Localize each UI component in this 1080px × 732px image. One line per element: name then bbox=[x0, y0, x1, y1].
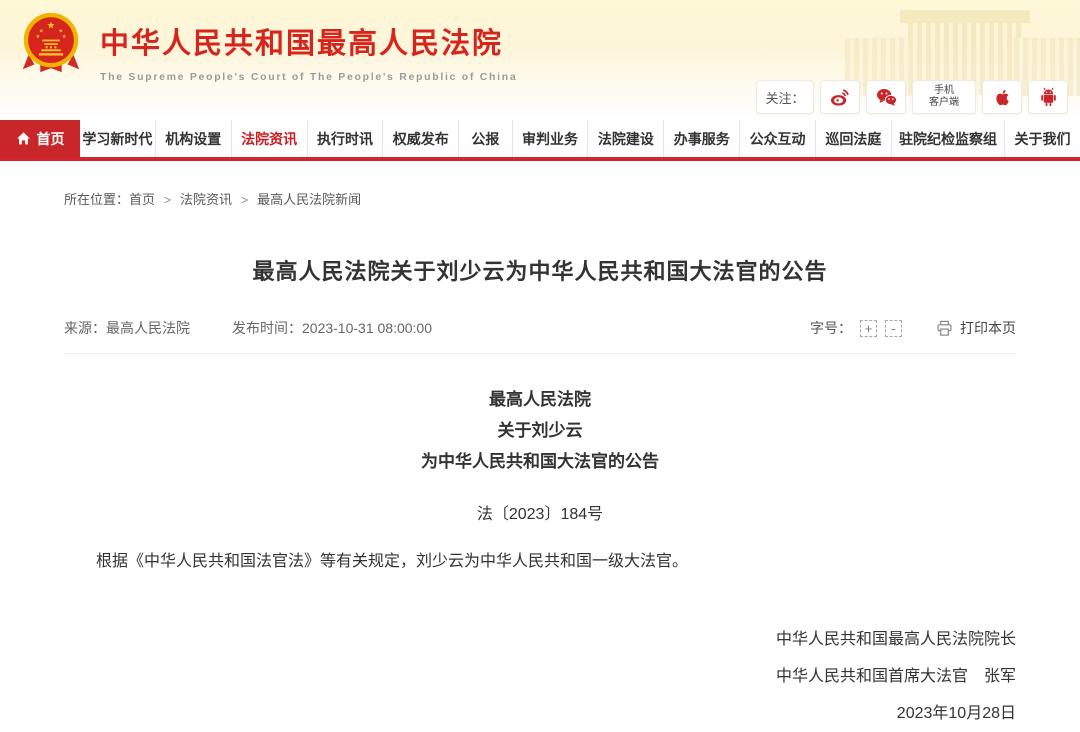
svg-text:★: ★ bbox=[47, 20, 56, 31]
article-meta-row: 来源：最高人民法院 发布时间：2023-10-31 08:00:00 字号： +… bbox=[64, 318, 1016, 354]
android-icon bbox=[1037, 86, 1060, 109]
home-icon bbox=[16, 131, 31, 146]
android-app-link[interactable] bbox=[1028, 80, 1068, 114]
nav-item-zhixing-shixun[interactable]: 执行时讯 bbox=[308, 120, 384, 157]
signature-block: 中华人民共和国最高人民法院院长 中华人民共和国首席大法官 张军 2023年10月… bbox=[64, 621, 1016, 732]
article-container: 最高人民法院关于刘少云为中华人民共和国大法官的公告 来源：最高人民法院 发布时间… bbox=[64, 254, 1016, 732]
nav-item-guanyu-women[interactable]: 关于我们 bbox=[1005, 120, 1080, 157]
font-size-label: 字号： bbox=[810, 318, 852, 338]
print-page-label: 打印本页 bbox=[960, 318, 1016, 338]
article-title: 最高人民法院关于刘少云为中华人民共和国大法官的公告 bbox=[64, 254, 1016, 286]
breadcrumb-item-home[interactable]: 首页 bbox=[129, 192, 155, 207]
site-title: 中华人民共和国最高人民法院 bbox=[100, 20, 517, 62]
announcement-heading: 最高人民法院 关于刘少云 为中华人民共和国大法官的公告 bbox=[64, 384, 1016, 477]
breadcrumb-separator: > bbox=[164, 193, 171, 207]
printer-icon bbox=[936, 320, 953, 337]
nav-item-jigou-shezhi[interactable]: 机构设置 bbox=[156, 120, 232, 157]
article-source: 来源：最高人民法院 bbox=[64, 318, 190, 338]
breadcrumb-item-news[interactable]: 最高人民法院新闻 bbox=[257, 192, 361, 207]
china-national-emblem-icon: ★ ★ ★ ★ ★ bbox=[16, 8, 86, 78]
nav-item-shenpan-yewu[interactable]: 审判业务 bbox=[513, 120, 589, 157]
breadcrumb-item-fayuan-zixun[interactable]: 法院资讯 bbox=[180, 192, 232, 207]
nav-item-xunhui-fating[interactable]: 巡回法庭 bbox=[816, 120, 892, 157]
font-decrease-button[interactable]: - bbox=[885, 320, 902, 337]
breadcrumb-separator: > bbox=[241, 193, 248, 207]
follow-label: 关注： bbox=[756, 80, 814, 114]
nav-item-home[interactable]: 首页 bbox=[0, 120, 80, 157]
print-page-button[interactable]: 打印本页 bbox=[936, 318, 1016, 338]
nav-item-xuexi-xinshidai[interactable]: 学习新时代 bbox=[80, 120, 156, 157]
svg-text:★: ★ bbox=[62, 34, 67, 40]
weibo-icon bbox=[829, 86, 852, 109]
nav-item-quanwei-fabu[interactable]: 权威发布 bbox=[383, 120, 459, 157]
site-header: ★ ★ ★ ★ ★ 中华人民共和国最高人民法院 The Supreme Peop… bbox=[0, 0, 1080, 120]
mobile-client-link[interactable]: 手机 客户端 bbox=[912, 80, 976, 114]
nav-item-fayuan-zixun[interactable]: 法院资讯 bbox=[232, 120, 308, 157]
breadcrumb: 所在位置：首页 > 法院资讯 > 最高人民法院新闻 bbox=[64, 189, 1080, 208]
apple-icon bbox=[991, 86, 1014, 109]
heading-line: 为中华人民共和国大法官的公告 bbox=[64, 446, 1016, 477]
article-publish-time: 发布时间：2023-10-31 08:00:00 bbox=[232, 318, 432, 338]
site-brand[interactable]: ★ ★ ★ ★ ★ 中华人民共和国最高人民法院 The Supreme Peop… bbox=[16, 8, 517, 83]
svg-text:★: ★ bbox=[35, 34, 40, 40]
mobile-client-label-line2: 客户端 bbox=[929, 97, 959, 109]
site-subtitle: The Supreme People's Court of The People… bbox=[100, 71, 517, 83]
social-links-row: 关注： 手机 客户端 bbox=[756, 80, 1068, 114]
wechat-icon bbox=[875, 86, 898, 109]
heading-line: 最高人民法院 bbox=[64, 384, 1016, 415]
nav-item-zhuyuan-jijian[interactable]: 驻院纪检监察组 bbox=[892, 120, 1005, 157]
announcement-paragraph: 根据《中华人民共和国法官法》等有关规定，刘少云为中华人民共和国一级大法官。 bbox=[64, 548, 1016, 577]
signature-line: 中华人民共和国最高人民法院院长 bbox=[64, 621, 1016, 658]
nav-item-gongbao[interactable]: 公报 bbox=[459, 120, 512, 157]
nav-item-gongzhong-hudong[interactable]: 公众互动 bbox=[740, 120, 816, 157]
breadcrumb-prefix: 所在位置： bbox=[64, 192, 129, 207]
nav-item-banshi-fuwu[interactable]: 办事服务 bbox=[664, 120, 740, 157]
mobile-client-label-line1: 手机 bbox=[929, 85, 959, 97]
weibo-link[interactable] bbox=[820, 80, 860, 114]
nav-item-label: 首页 bbox=[37, 129, 65, 149]
document-number: 法〔2023〕184号 bbox=[64, 500, 1016, 524]
signature-date: 2023年10月28日 bbox=[64, 695, 1016, 732]
ios-app-link[interactable] bbox=[982, 80, 1022, 114]
signature-line: 中华人民共和国首席大法官 张军 bbox=[64, 658, 1016, 695]
heading-line: 关于刘少云 bbox=[64, 415, 1016, 446]
nav-item-fayuan-jianshe[interactable]: 法院建设 bbox=[588, 120, 664, 157]
wechat-link[interactable] bbox=[866, 80, 906, 114]
main-nav: 首页 学习新时代 机构设置 法院资讯 执行时讯 权威发布 公报 审判业务 法院建… bbox=[0, 120, 1080, 161]
font-increase-button[interactable]: + bbox=[860, 320, 877, 337]
